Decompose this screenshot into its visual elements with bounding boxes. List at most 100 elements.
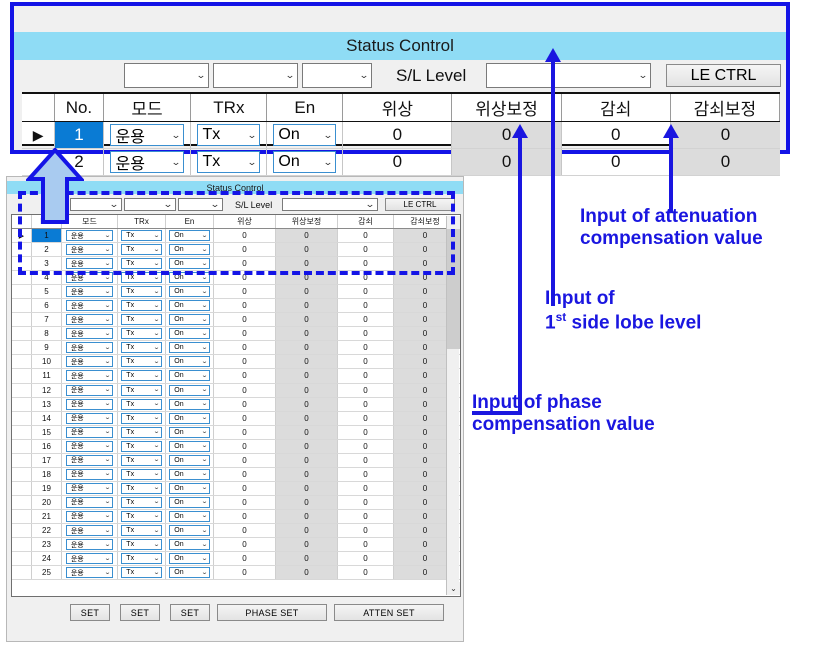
table-row[interactable]: 2 운용 ⌄ Tx ⌄ On ⌄ 0 0 0 0: [12, 243, 460, 258]
cell-phase-comp[interactable]: 0: [276, 481, 338, 495]
cell-atten[interactable]: 0: [338, 341, 394, 355]
trx-combo[interactable]: Tx ⌄: [121, 300, 162, 312]
cell-en[interactable]: On ⌄: [166, 453, 214, 467]
mode-combo[interactable]: 운용 ⌄: [65, 356, 114, 368]
cell-mode[interactable]: 운용 ⌄: [62, 397, 118, 411]
mode-combo[interactable]: 운용 ⌄: [65, 328, 114, 340]
cell-atten[interactable]: 0: [338, 481, 394, 495]
trx-combo[interactable]: Tx ⌄: [121, 553, 162, 565]
cell-phase[interactable]: 0: [214, 257, 276, 271]
cell-mode[interactable]: 운용 ⌄: [62, 355, 118, 369]
cell-atten[interactable]: 0: [338, 425, 394, 439]
table-row[interactable]: 16 운용 ⌄ Tx ⌄ On ⌄ 0 0 0 0: [12, 439, 460, 454]
trx-combo[interactable]: Tx ⌄: [121, 272, 162, 284]
trx-combo[interactable]: Tx ⌄: [121, 426, 162, 438]
cell-atten[interactable]: 0: [338, 257, 394, 271]
cell-en[interactable]: On ⌄: [166, 229, 214, 243]
en-combo[interactable]: On ⌄: [169, 244, 210, 256]
cell-en[interactable]: On ⌄: [166, 481, 214, 495]
cell-atten[interactable]: 0: [338, 271, 394, 285]
cell-phase[interactable]: 0: [214, 495, 276, 509]
trx-combo[interactable]: Tx ⌄: [121, 412, 162, 424]
cell-no[interactable]: 25: [32, 566, 62, 580]
cell-trx[interactable]: Tx ⌄: [118, 299, 166, 313]
cell-trx[interactable]: Tx ⌄: [118, 383, 166, 397]
cell-mode[interactable]: 운용 ⌄: [62, 341, 118, 355]
cell-phase[interactable]: 0: [214, 341, 276, 355]
zoom-cell-atten-comp[interactable]: 0: [670, 149, 781, 175]
table-row[interactable]: 8 운용 ⌄ Tx ⌄ On ⌄ 0 0 0 0: [12, 327, 460, 342]
scroll-down-icon[interactable]: ⌄: [447, 582, 460, 595]
mode-combo[interactable]: 운용 ⌄: [65, 342, 114, 354]
cell-mode[interactable]: 운용 ⌄: [62, 369, 118, 383]
table-row[interactable]: 19 운용 ⌄ Tx ⌄ On ⌄ 0 0 0 0: [12, 481, 460, 496]
trx-combo[interactable]: Tx ⌄: [121, 567, 162, 579]
mode-combo[interactable]: 운용 ⌄: [65, 510, 114, 522]
cell-en[interactable]: On ⌄: [166, 313, 214, 327]
cell-trx[interactable]: Tx ⌄: [118, 425, 166, 439]
cell-mode[interactable]: 운용 ⌄: [62, 453, 118, 467]
filter-combo-2[interactable]: ⌄: [124, 198, 176, 211]
trx-combo[interactable]: Tx ⌄: [121, 454, 162, 466]
en-combo[interactable]: On ⌄: [169, 370, 210, 382]
cell-trx[interactable]: Tx ⌄: [118, 397, 166, 411]
table-scrollbar[interactable]: ⌃ ⌄: [446, 216, 460, 595]
trx-combo[interactable]: Tx ⌄: [121, 230, 162, 242]
zoom-filter-combo-1[interactable]: ⌄: [124, 63, 209, 88]
cell-phase[interactable]: 0: [214, 355, 276, 369]
trx-combo[interactable]: Tx ⌄: [121, 398, 162, 410]
cell-no[interactable]: 13: [32, 397, 62, 411]
cell-atten[interactable]: 0: [338, 453, 394, 467]
cell-phase[interactable]: 0: [214, 453, 276, 467]
table-row[interactable]: 10 운용 ⌄ Tx ⌄ On ⌄ 0 0 0 0: [12, 355, 460, 370]
cell-phase-comp[interactable]: 0: [276, 538, 338, 552]
mode-combo[interactable]: 운용 ⌄: [65, 258, 114, 270]
cell-atten[interactable]: 0: [338, 299, 394, 313]
cell-phase-comp[interactable]: 0: [276, 299, 338, 313]
table-row[interactable]: 18 운용 ⌄ Tx ⌄ On ⌄ 0 0 0 0: [12, 467, 460, 482]
cell-en[interactable]: On ⌄: [166, 538, 214, 552]
cell-en[interactable]: On ⌄: [166, 341, 214, 355]
table-row[interactable]: 12 운용 ⌄ Tx ⌄ On ⌄ 0 0 0 0: [12, 383, 460, 398]
zoom-cell-atten[interactable]: 0: [562, 149, 671, 175]
table-row[interactable]: 6 운용 ⌄ Tx ⌄ On ⌄ 0 0 0 0: [12, 299, 460, 314]
cell-phase-comp[interactable]: 0: [276, 257, 338, 271]
cell-trx[interactable]: Tx ⌄: [118, 566, 166, 580]
mode-combo[interactable]: 운용 ⌄: [65, 426, 114, 438]
cell-phase[interactable]: 0: [214, 369, 276, 383]
cell-no[interactable]: 17: [32, 453, 62, 467]
cell-trx[interactable]: Tx ⌄: [118, 285, 166, 299]
table-row[interactable]: 11 운용 ⌄ Tx ⌄ On ⌄ 0 0 0 0: [12, 369, 460, 384]
en-combo[interactable]: On ⌄: [273, 151, 337, 173]
zoom-table-row[interactable]: 2 운용 ⌄ Tx ⌄ On ⌄ 0 0 0 0: [22, 149, 781, 176]
table-row[interactable]: 14 운용 ⌄ Tx ⌄ On ⌄ 0 0 0 0: [12, 411, 460, 426]
mode-combo[interactable]: 운용 ⌄: [65, 286, 114, 298]
cell-no[interactable]: 4: [32, 271, 62, 285]
cell-mode[interactable]: 운용 ⌄: [62, 439, 118, 453]
cell-en[interactable]: On ⌄: [166, 383, 214, 397]
cell-no[interactable]: 6: [32, 299, 62, 313]
zoom-cell-phase-comp[interactable]: 0: [452, 122, 562, 148]
en-combo[interactable]: On ⌄: [169, 525, 210, 536]
cell-atten[interactable]: 0: [338, 383, 394, 397]
mode-combo[interactable]: 운용 ⌄: [65, 412, 114, 424]
zoom-cell-no[interactable]: 1: [55, 122, 104, 148]
trx-combo[interactable]: Tx ⌄: [121, 384, 162, 396]
cell-trx[interactable]: Tx ⌄: [118, 509, 166, 523]
cell-phase[interactable]: 0: [214, 299, 276, 313]
zoom-cell-trx[interactable]: Tx ⌄: [191, 122, 268, 148]
cell-phase-comp[interactable]: 0: [276, 383, 338, 397]
cell-mode[interactable]: 운용 ⌄: [62, 285, 118, 299]
mode-combo[interactable]: 운용 ⌄: [65, 553, 114, 565]
cell-trx[interactable]: Tx ⌄: [118, 243, 166, 257]
cell-en[interactable]: On ⌄: [166, 355, 214, 369]
zoom-le-ctrl-button[interactable]: LE CTRL: [666, 64, 781, 87]
cell-no[interactable]: 15: [32, 425, 62, 439]
cell-phase-comp[interactable]: 0: [276, 285, 338, 299]
cell-atten[interactable]: 0: [338, 523, 394, 538]
en-combo[interactable]: On ⌄: [169, 482, 210, 494]
en-combo[interactable]: On ⌄: [169, 440, 210, 452]
phase-set-button[interactable]: PHASE SET: [217, 604, 327, 621]
cell-no[interactable]: 11: [32, 369, 62, 383]
table-row[interactable]: 9 운용 ⌄ Tx ⌄ On ⌄ 0 0 0 0: [12, 341, 460, 356]
